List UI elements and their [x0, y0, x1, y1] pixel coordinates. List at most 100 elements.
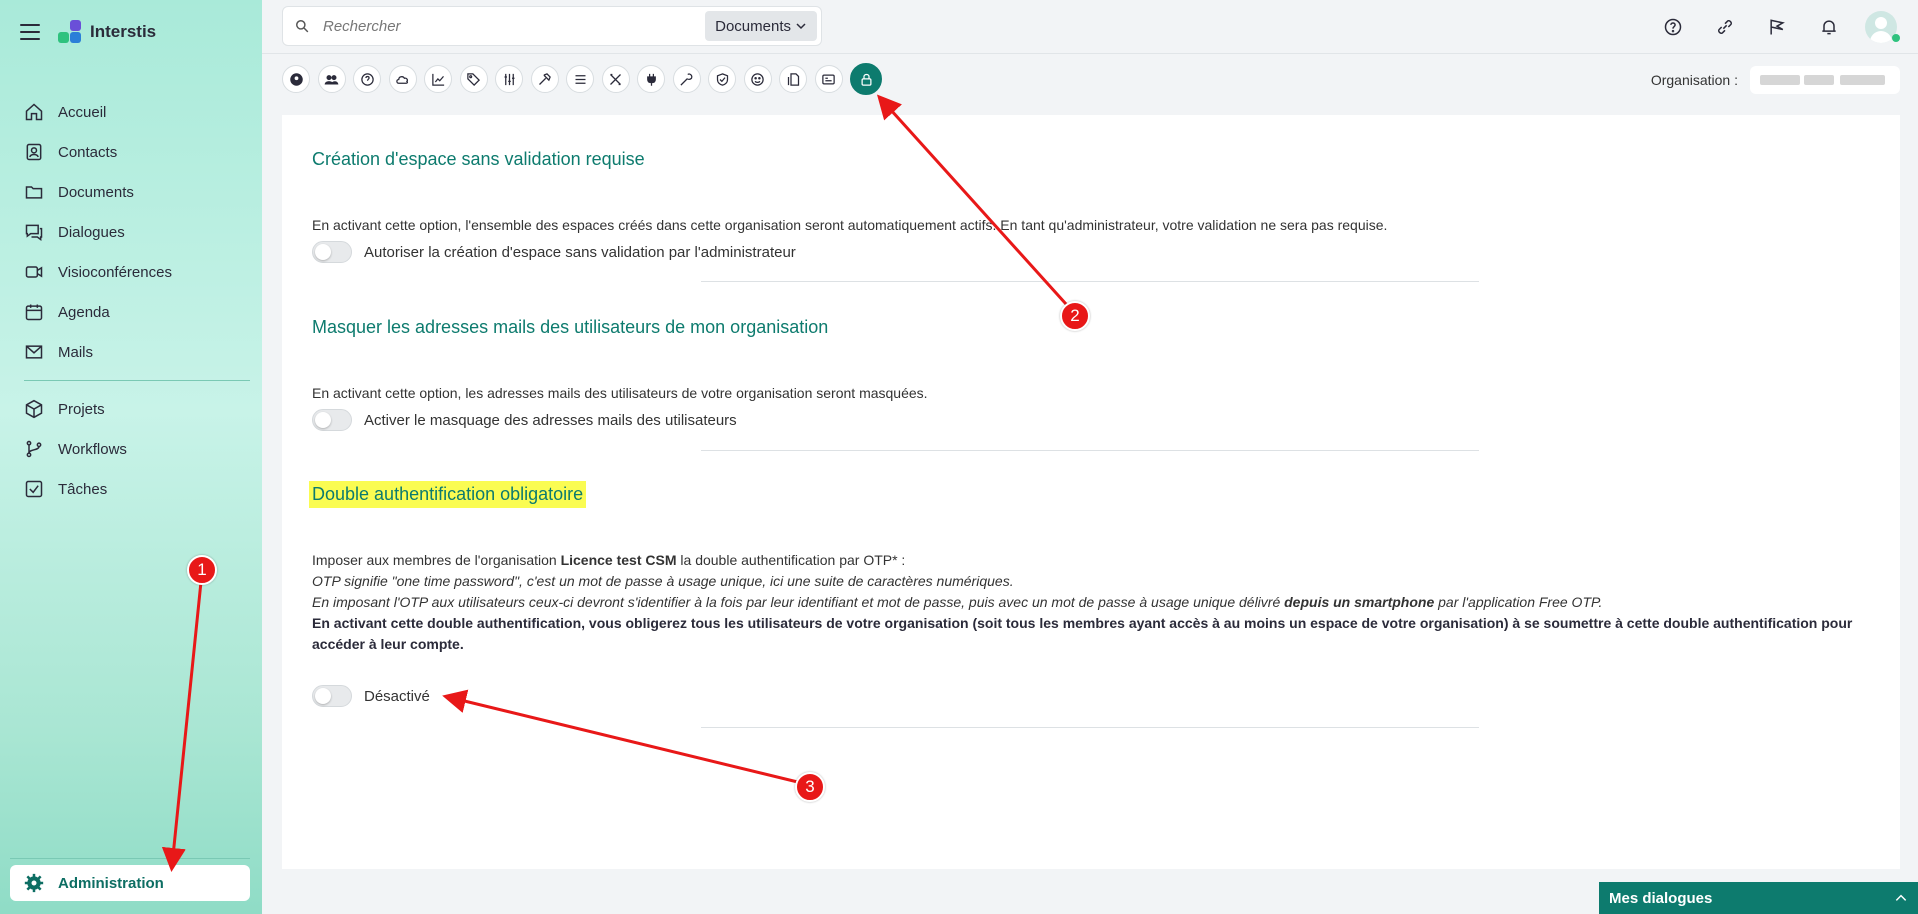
user-menu[interactable]: [1864, 10, 1900, 44]
plug-icon: [646, 73, 656, 86]
2fa-toggle[interactable]: [312, 685, 352, 707]
sidebar-item-label: Dialogues: [58, 223, 125, 241]
sidebar-item-administration[interactable]: Administration: [10, 865, 250, 901]
sidebar-item-documents[interactable]: Documents: [10, 172, 250, 212]
section-description: En activant cette option, l'ensemble des…: [312, 217, 1388, 233]
section-divider: [701, 450, 1479, 451]
toolbar-members-button[interactable]: [317, 65, 346, 93]
toolbar-emoji-button[interactable]: [743, 65, 772, 93]
menu-icon[interactable]: [20, 24, 40, 40]
search-bar[interactable]: Rechercher Documents: [282, 6, 822, 46]
section-title: Création d'espace sans validation requis…: [312, 149, 645, 169]
chevron-down-icon: [796, 23, 806, 30]
user-circle-icon: [289, 72, 303, 86]
wrench-icon: [680, 72, 693, 86]
description-line: Imposer aux membres de l'organisation Li…: [312, 550, 1872, 571]
sidebar-item-mails[interactable]: Mails: [10, 332, 250, 372]
file-icon: [787, 72, 799, 86]
space-validation-toggle[interactable]: [312, 241, 352, 263]
sidebar-item-label: Projets: [58, 400, 105, 418]
sidebar: Interstis Accueil Contacts Documents Dia…: [0, 0, 262, 914]
sidebar-item-visioconferences[interactable]: Visioconférences: [10, 252, 250, 292]
sidebar-divider: [10, 858, 250, 859]
toolbar-card-button[interactable]: [814, 65, 843, 93]
home-icon: [25, 103, 43, 121]
users-icon: [324, 74, 339, 85]
toolbar-stats-button[interactable]: [424, 65, 452, 93]
hammer-icon: [539, 72, 551, 85]
help-icon: [1664, 18, 1682, 36]
toolbar-security-button[interactable]: [708, 65, 736, 93]
sidebar-nav: Accueil Contacts Documents Dialogues Vis…: [10, 92, 250, 509]
admin-toolbar: [282, 63, 890, 95]
chat-icon: [25, 224, 43, 241]
sidebar-item-label: Administration: [58, 874, 164, 892]
sidebar-item-agenda[interactable]: Agenda: [10, 292, 250, 332]
sidebar-item-dialogues[interactable]: Dialogues: [10, 212, 250, 252]
online-status-dot: [1892, 34, 1900, 42]
list-icon: [575, 74, 585, 84]
checkbox-icon: [25, 480, 43, 498]
contacts-icon: [26, 143, 42, 161]
toolbar-settings-button[interactable]: [495, 65, 523, 93]
mail-icon: [25, 345, 43, 359]
toolbar-cloud-button[interactable]: [388, 65, 417, 93]
section-title: Double authentification obligatoire: [309, 481, 587, 508]
sliders-icon: [504, 73, 514, 85]
folder-icon: [25, 186, 43, 199]
app-name: Interstis: [90, 22, 157, 41]
sidebar-item-contacts[interactable]: Contacts: [10, 132, 250, 172]
my-dialogs-bar[interactable]: Mes dialogues: [1599, 882, 1918, 914]
sidebar-item-workflows[interactable]: Workflows: [10, 429, 250, 469]
branch-icon: [26, 440, 42, 458]
top-icons: [1638, 10, 1900, 44]
id-card-icon: [822, 74, 835, 84]
sidebar-item-label: Workflows: [58, 440, 127, 458]
toolbar-help-button[interactable]: [353, 65, 381, 93]
hide-emails-toggle[interactable]: [312, 409, 352, 431]
sidebar-item-label: Accueil: [58, 103, 107, 121]
toolbar-plugins-button[interactable]: [637, 65, 665, 93]
toolbar-list-button[interactable]: [566, 65, 594, 93]
search-scope-dropdown[interactable]: Documents: [705, 11, 817, 41]
description-line: En imposant l'OTP aux utilisateurs ceux-…: [312, 592, 1872, 613]
toolbar-files-button[interactable]: [779, 65, 807, 93]
toggle-row: Activer le masquage des adresses mails d…: [312, 409, 737, 431]
sidebar-item-taches[interactable]: Tâches: [10, 469, 250, 509]
organisation-field[interactable]: [1750, 66, 1900, 94]
toggle-label: Autoriser la création d'espace sans vali…: [364, 243, 796, 261]
toolbar-tools-button[interactable]: [530, 65, 559, 93]
annotation-badge-1: 1: [187, 555, 217, 585]
lock-icon: [861, 73, 871, 86]
section-divider: [701, 727, 1479, 728]
sidebar-item-projets[interactable]: Projets: [10, 389, 250, 429]
section-2fa-description: Imposer aux membres de l'organisation Li…: [312, 550, 1872, 655]
logo-icon: [58, 20, 82, 44]
sidebar-item-label: Documents: [58, 183, 134, 201]
help-icon: [360, 72, 374, 86]
notifications-button[interactable]: [1812, 10, 1846, 44]
toggle-label: Activer le masquage des adresses mails d…: [364, 411, 737, 429]
link-button[interactable]: [1708, 10, 1742, 44]
toolbar-tags-button[interactable]: [459, 65, 488, 93]
sidebar-item-label: Contacts: [58, 143, 118, 161]
tour-button[interactable]: [1760, 10, 1794, 44]
text: par l'application Free OTP.: [1434, 594, 1603, 610]
sidebar-divider: [24, 380, 250, 381]
video-icon: [25, 266, 43, 278]
sidebar-item-label: Visioconférences: [58, 263, 172, 281]
toggle-row: Désactivé: [312, 685, 430, 707]
toolbar-profile-button[interactable]: [282, 65, 310, 93]
toolbar-lock-button[interactable]: [850, 63, 882, 95]
sidebar-item-accueil[interactable]: Accueil: [10, 92, 250, 132]
search-input[interactable]: Rechercher: [323, 18, 705, 35]
toolbar-wrench-button[interactable]: [672, 65, 701, 93]
toolbar-maintenance-button[interactable]: [601, 65, 630, 93]
section-description: En activant cette option, les adresses m…: [312, 385, 928, 401]
my-dialogs-label: Mes dialogues: [1609, 889, 1713, 907]
search-scope-label: Documents: [715, 17, 791, 35]
section-2fa: Double authentification obligatoire: [309, 481, 587, 508]
help-button[interactable]: [1656, 10, 1690, 44]
description-warning: En activant cette double authentificatio…: [312, 615, 1853, 652]
text: la double authentification par OTP* :: [676, 552, 906, 568]
